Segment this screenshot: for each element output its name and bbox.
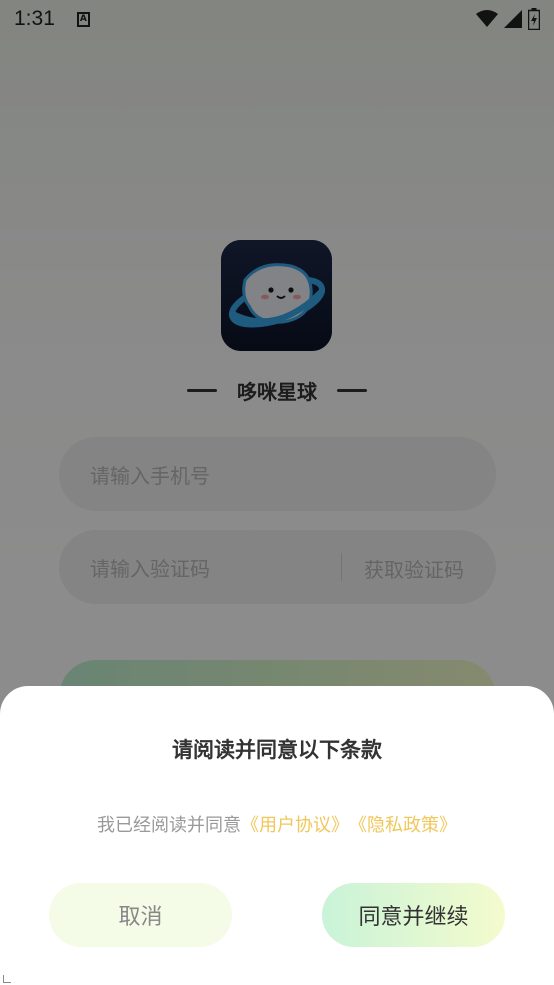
dialog-title: 请阅读并同意以下条款 [172,738,382,762]
agreement-prefix: 我已经阅读并同意 [97,815,241,836]
privacy-policy-link[interactable]: 《隐私政策》 [349,811,457,837]
agreement-dialog: 请阅读并同意以下条款 我已经阅读并同意 《用户协议》 《隐私政策》 取消 同意并… [0,686,554,985]
user-agreement-link[interactable]: 《用户协议》 [241,811,349,837]
corner-mark [3,975,11,983]
cancel-button[interactable]: 取消 [49,883,232,947]
agreement-text: 我已经阅读并同意 《用户协议》 《隐私政策》 [0,811,554,837]
agree-continue-button[interactable]: 同意并继续 [322,883,505,947]
